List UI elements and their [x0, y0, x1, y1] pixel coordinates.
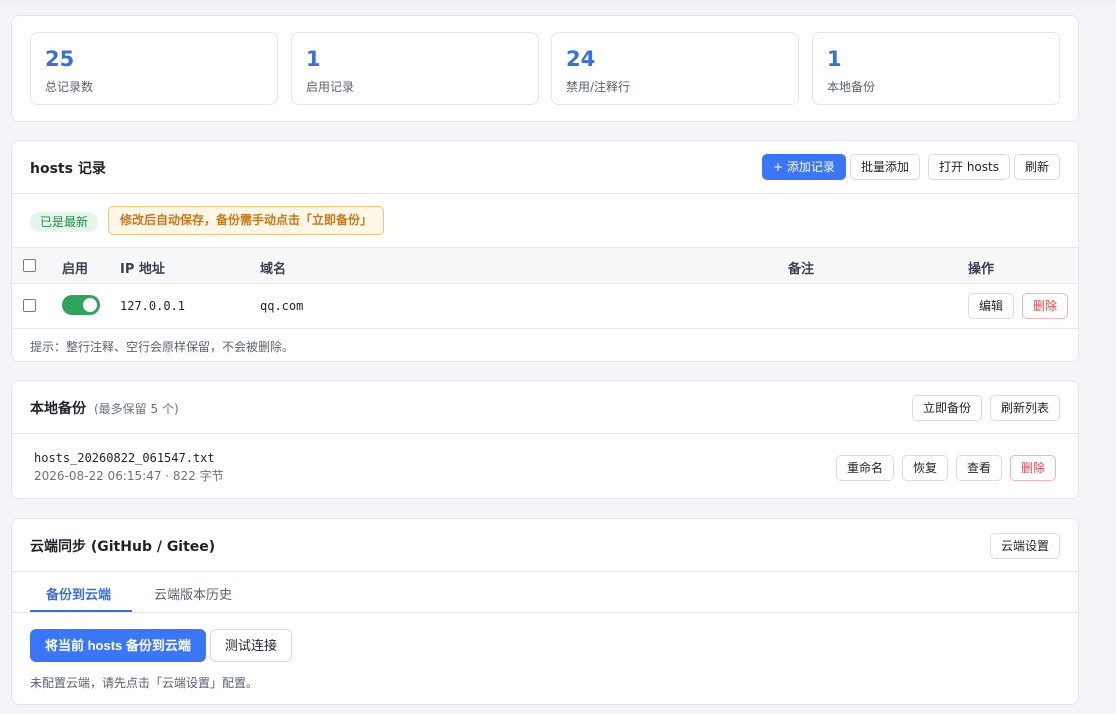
hosts-records-card: hosts 记录 + 添加记录 批量添加 打开 hosts 刷新 已是最新 修改… [11, 140, 1079, 362]
table-row: 127.0.0.1 qq.com 编辑 删除 [12, 284, 1078, 329]
tab-cloud-history[interactable]: 云端版本历史 [154, 584, 232, 603]
column-domain: 域名 [260, 262, 287, 277]
hosts-table-header: 启用 IP 地址 域名 备注 操作 [12, 247, 1078, 284]
restore-button[interactable]: 恢复 [902, 455, 949, 481]
hosts-hint: 提示：整行注释、空行会原样保留，不会被删除。 [30, 340, 295, 354]
backup-file-name: hosts_20260822_061547.txt [34, 451, 215, 465]
cloud-card-title: 云端同步 (GitHub / Gitee) [30, 539, 216, 555]
backup-to-cloud-button[interactable]: 将当前 hosts 备份到云端 [30, 629, 206, 662]
backup-title: 本地备份 [30, 401, 86, 417]
stat-label: 禁用/注释行 [566, 80, 631, 94]
status-badge: 已是最新 [30, 212, 99, 232]
edit-button[interactable]: 编辑 [968, 293, 1015, 319]
hosts-card-header: hosts 记录 + 添加记录 批量添加 打开 hosts 刷新 [12, 141, 1078, 194]
rename-button[interactable]: 重命名 [836, 455, 895, 481]
batch-add-button[interactable]: 批量添加 [850, 154, 921, 180]
select-all-checkbox[interactable] [23, 259, 36, 272]
row-domain: qq.com [260, 299, 304, 313]
stat-local-backups: 1 本地备份 [812, 32, 1060, 105]
backup-subtitle: (最多保留 5 个) [94, 402, 179, 416]
column-enabled: 启用 [62, 262, 89, 277]
hosts-card-title: hosts 记录 [30, 161, 106, 177]
stat-value: 1 [306, 47, 321, 71]
stat-value: 25 [45, 47, 75, 71]
open-hosts-button[interactable]: 打开 hosts [928, 154, 1010, 180]
backup-now-button[interactable]: 立即备份 [912, 395, 983, 421]
top-strip [0, 0, 1116, 6]
test-connection-button[interactable]: 测试连接 [210, 629, 293, 662]
stat-label: 总记录数 [45, 80, 94, 94]
cloud-hint: 未配置云端，请先点击「云端设置」配置。 [30, 676, 259, 690]
add-record-button[interactable]: + 添加记录 [762, 154, 846, 180]
backup-card-header: 本地备份 (最多保留 5 个) 立即备份 刷新列表 [12, 381, 1078, 434]
column-note: 备注 [788, 262, 815, 277]
stat-label: 本地备份 [827, 80, 876, 94]
cloud-tabs: 备份到云端 云端版本历史 [12, 572, 1078, 613]
column-actions: 操作 [968, 262, 995, 277]
stat-value: 1 [827, 47, 842, 71]
stat-enabled-records: 1 启用记录 [291, 32, 539, 105]
local-backup-card: 本地备份 (最多保留 5 个) 立即备份 刷新列表 hosts_20260822_… [11, 380, 1079, 499]
stat-value: 24 [566, 47, 596, 71]
cloud-card-header: 云端同步 (GitHub / Gitee) 云端设置 [12, 519, 1078, 572]
active-tab-indicator [30, 610, 132, 612]
tab-backup-to-cloud[interactable]: 备份到云端 [46, 584, 111, 603]
row-ip: 127.0.0.1 [120, 299, 186, 313]
enabled-toggle[interactable] [62, 295, 100, 315]
autosave-notice: 修改后自动保存，备份需手动点击「立即备份」 [108, 206, 385, 235]
refresh-button[interactable]: 刷新 [1014, 154, 1061, 180]
cloud-settings-button[interactable]: 云端设置 [990, 533, 1061, 559]
toggle-knob [83, 298, 97, 312]
hosts-info-bar: 已是最新 修改后自动保存，备份需手动点击「立即备份」 [12, 194, 1078, 248]
stats-card: 25 总记录数 1 启用记录 24 禁用/注释行 1 本地备份 [11, 15, 1079, 122]
backup-card-title: 本地备份 (最多保留 5 个) [30, 398, 179, 418]
refresh-list-button[interactable]: 刷新列表 [990, 395, 1061, 421]
stat-label: 启用记录 [306, 80, 355, 94]
delete-button[interactable]: 删除 [1022, 293, 1069, 319]
backup-file-meta: 2026-08-22 06:15:47 · 822 字节 [34, 469, 224, 483]
view-button[interactable]: 查看 [956, 455, 1003, 481]
delete-backup-button[interactable]: 删除 [1010, 455, 1057, 481]
column-ip: IP 地址 [120, 262, 165, 277]
row-checkbox[interactable] [23, 299, 36, 312]
stat-disabled-lines: 24 禁用/注释行 [551, 32, 799, 105]
stat-total-records: 25 总记录数 [30, 32, 278, 105]
cloud-sync-card: 云端同步 (GitHub / Gitee) 云端设置 备份到云端 云端版本历史 … [11, 518, 1079, 705]
